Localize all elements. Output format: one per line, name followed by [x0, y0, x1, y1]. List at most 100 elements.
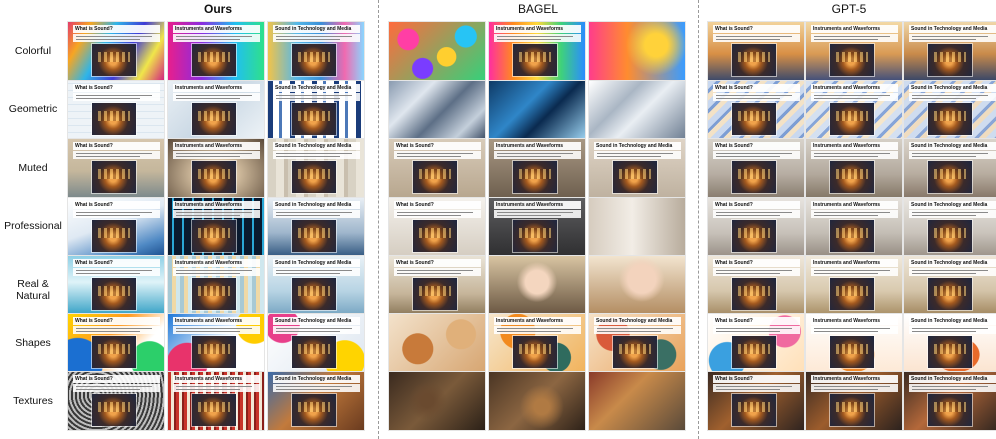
slide-thumbnail-gpt-colorful-2: Instruments and Waveforms: [806, 22, 902, 80]
slide-text-block: [73, 151, 160, 159]
slide-title: Sound in Technology and Media: [273, 201, 360, 209]
slide-text-block: [394, 268, 481, 276]
slide-thumbnail-gpt-textures-2: Instruments and Waveforms: [806, 372, 902, 430]
slide-title: Instruments and Waveforms: [811, 201, 898, 209]
slide-thumbnail-bagel-colorful-2: Instruments and Waveforms: [489, 22, 585, 80]
slide-image: [92, 394, 136, 426]
slide-title: Instruments and Waveforms: [173, 375, 260, 383]
slide-text-block: [909, 326, 996, 334]
slide-title: What is Sound?: [73, 25, 160, 33]
slide-background: [389, 372, 485, 430]
slide-thumbnail-ours-colorful-3: Sound in Technology and Media: [268, 22, 364, 80]
column-title-ours: Ours: [203, 2, 232, 16]
slide-image: [928, 220, 972, 252]
slide-thumbnail-bagel-muted-2: Instruments and Waveforms: [489, 139, 585, 197]
slide-thumbnail-gpt-textures-1: What is Sound?: [708, 372, 804, 430]
slide-title: What is Sound?: [713, 142, 800, 150]
slide-text-block: [173, 384, 260, 392]
slide-thumbnail-ours-real-natural-2: Instruments and Waveforms: [168, 256, 264, 314]
slide-thumbnail-ours-muted-3: Sound in Technology and Media: [268, 139, 364, 197]
slide-title: Sound in Technology and Media: [594, 142, 681, 150]
slide-text-block: [713, 210, 800, 218]
slide-thumbnail-gpt-shapes-1: What is Sound?: [708, 314, 804, 372]
slide-background: [589, 372, 685, 430]
slide-image: [292, 278, 336, 310]
slide-thumbnail-gpt-textures-3: Sound in Technology and Media: [904, 372, 996, 430]
slide-image: [192, 278, 236, 310]
slide-image: [192, 44, 236, 76]
slide-image: [830, 394, 874, 426]
slide-title: What is Sound?: [73, 142, 160, 150]
slide-text-block: [73, 384, 160, 392]
slide-title: Sound in Technology and Media: [273, 84, 360, 92]
slide-title: What is Sound?: [713, 375, 800, 383]
slide-title: Sound in Technology and Media: [273, 142, 360, 150]
slide-thumbnail-ours-textures-3: Sound in Technology and Media: [268, 372, 364, 430]
slide-image: [513, 161, 557, 193]
divider-right: [698, 0, 699, 439]
slide-text-block: [494, 34, 581, 42]
slide-title: Sound in Technology and Media: [909, 201, 996, 209]
slide-image: [928, 278, 972, 310]
slide-text-block: [73, 34, 160, 42]
slide-title: What is Sound?: [713, 201, 800, 209]
slide-thumbnail-gpt-real-natural-3: Sound in Technology and Media: [904, 256, 996, 314]
slide-title: Sound in Technology and Media: [909, 375, 996, 383]
slide-thumbnail-gpt-colorful-3: Sound in Technology and Media: [904, 22, 996, 80]
slide-image: [192, 336, 236, 368]
slide-background: [589, 81, 685, 139]
slide-thumbnail-gpt-muted-1: What is Sound?: [708, 139, 804, 197]
slide-text-block: [811, 326, 898, 334]
slide-title: Instruments and Waveforms: [173, 201, 260, 209]
slide-thumbnail-gpt-real-natural-2: Instruments and Waveforms: [806, 256, 902, 314]
slide-text-block: [909, 34, 996, 42]
slide-title: What is Sound?: [73, 84, 160, 92]
slide-thumbnail-gpt-real-natural-1: What is Sound?: [708, 256, 804, 314]
slide-thumbnail-bagel-real-natural-1: What is Sound?: [389, 256, 485, 314]
slide-title: What is Sound?: [713, 259, 800, 267]
slide-thumbnail-ours-colorful-2: Instruments and Waveforms: [168, 22, 264, 80]
slide-thumbnail-gpt-muted-3: Sound in Technology and Media: [904, 139, 996, 197]
slide-thumbnail-ours-textures-1: What is Sound?: [68, 372, 164, 430]
slide-text-block: [909, 93, 996, 101]
slide-image: [92, 103, 136, 135]
slide-text-block: [73, 93, 160, 101]
slide-text-block: [173, 210, 260, 218]
slide-image: [292, 336, 336, 368]
slide-title: Instruments and Waveforms: [173, 142, 260, 150]
slide-image: [928, 336, 972, 368]
slide-thumbnail-ours-real-natural-3: Sound in Technology and Media: [268, 256, 364, 314]
slide-image: [292, 220, 336, 252]
slide-text-block: [73, 268, 160, 276]
slide-text-block: [811, 93, 898, 101]
slide-title: Sound in Technology and Media: [594, 317, 681, 325]
slide-title: Sound in Technology and Media: [909, 317, 996, 325]
slide-thumbnail-bagel-geometric-3: [589, 81, 685, 139]
slide-image: [192, 394, 236, 426]
slide-title: Instruments and Waveforms: [173, 25, 260, 33]
slide-image: [732, 161, 776, 193]
slide-image: [732, 336, 776, 368]
slide-thumbnail-bagel-geometric-1: [389, 81, 485, 139]
slide-background: [489, 256, 585, 314]
slide-thumbnail-bagel-shapes-1: [389, 314, 485, 372]
slide-image: [92, 336, 136, 368]
slide-text-block: [273, 268, 360, 276]
slide-text-block: [713, 34, 800, 42]
slide-text-block: [909, 210, 996, 218]
slide-image: [928, 394, 972, 426]
slide-title: What is Sound?: [394, 259, 481, 267]
slide-thumbnail-gpt-shapes-2: Instruments and Waveforms: [806, 314, 902, 372]
slide-thumbnail-bagel-muted-1: What is Sound?: [389, 139, 485, 197]
slide-text-block: [73, 326, 160, 334]
slide-title: Sound in Technology and Media: [273, 25, 360, 33]
slide-thumbnail-bagel-real-natural-3: [589, 256, 685, 314]
slide-title: Sound in Technology and Media: [909, 142, 996, 150]
slide-thumbnail-gpt-shapes-3: Sound in Technology and Media: [904, 314, 996, 372]
slide-image: [928, 103, 972, 135]
slide-background: [489, 81, 585, 139]
slide-thumbnail-ours-geometric-2: Instruments and Waveforms: [168, 81, 264, 139]
slide-image: [732, 220, 776, 252]
slide-text-block: [811, 210, 898, 218]
column-title-bagel: BAGEL: [517, 2, 559, 16]
